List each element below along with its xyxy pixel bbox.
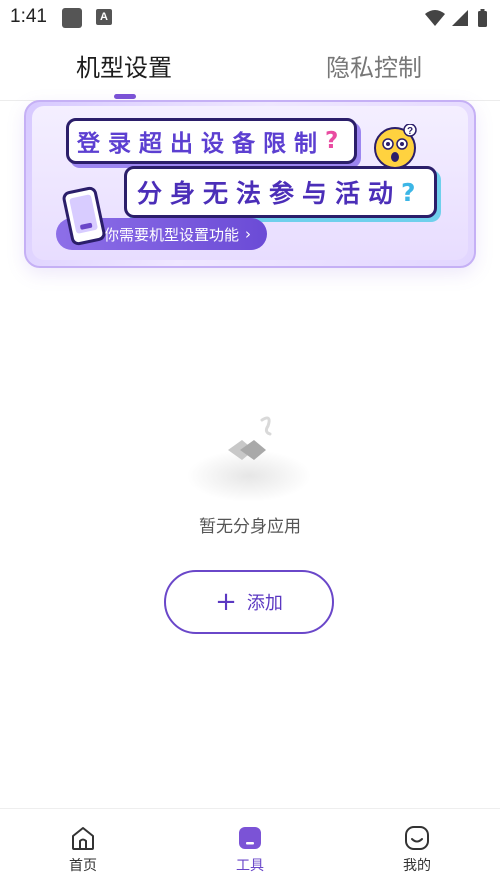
emoji-question-mark: ?: [407, 126, 413, 137]
battery-icon: [478, 11, 487, 27]
nav-label-home: 首页: [69, 858, 97, 874]
notification-a-icon: A: [96, 9, 112, 25]
banner-headline-1: 登录超出设备限制?: [66, 118, 358, 164]
empty-apps-illustration-icon: [187, 416, 311, 502]
home-icon: [72, 827, 94, 850]
nav-item-mine[interactable]: 我的: [377, 823, 457, 875]
surprised-emoji-icon: ?: [374, 124, 417, 169]
tab-active-indicator: [114, 94, 136, 99]
add-button-label: 添加: [246, 593, 283, 614]
top-tabs: 机型设置 隐私控制: [0, 36, 500, 100]
add-button[interactable]: + 添加: [164, 570, 334, 634]
nav-item-tools[interactable]: 工具: [210, 823, 290, 875]
banner-headline-1-text: 登录超出设备限制: [77, 131, 325, 157]
plus-icon: +: [215, 587, 237, 617]
empty-state-text: 暂无分身应用: [199, 517, 301, 537]
notification-square-icon: [62, 8, 82, 28]
promo-banner[interactable]: 登录超出设备限制? 分身无法参与活动? 你需要机型设置功能 › ?: [24, 100, 476, 268]
status-icons: [425, 9, 487, 27]
status-time: 1:41: [10, 6, 47, 27]
chevron-right-icon: ›: [245, 225, 252, 243]
banner-headline-2-mark: ?: [401, 177, 424, 207]
bottom-nav: 首页 工具 我的: [0, 808, 500, 888]
banner-pill-text: 你需要机型设置功能: [104, 225, 240, 244]
banner-headline-2-text: 分身无法参与活动: [137, 179, 402, 208]
banner-headline-1-mark: ?: [325, 128, 347, 154]
wifi-icon: [425, 10, 445, 26]
cell-signal-icon: [452, 10, 468, 26]
nav-item-home[interactable]: 首页: [43, 823, 123, 875]
smile-face-icon: [405, 826, 429, 850]
nav-label-tools: 工具: [236, 858, 264, 874]
tab-device-settings[interactable]: 机型设置: [76, 48, 172, 83]
banner-headline-2: 分身无法参与活动?: [124, 166, 437, 218]
status-bar: 1:41 A: [0, 0, 500, 36]
tab-privacy-control[interactable]: 隐私控制: [326, 48, 422, 83]
nav-label-mine: 我的: [403, 858, 431, 874]
tools-icon: [239, 827, 261, 849]
